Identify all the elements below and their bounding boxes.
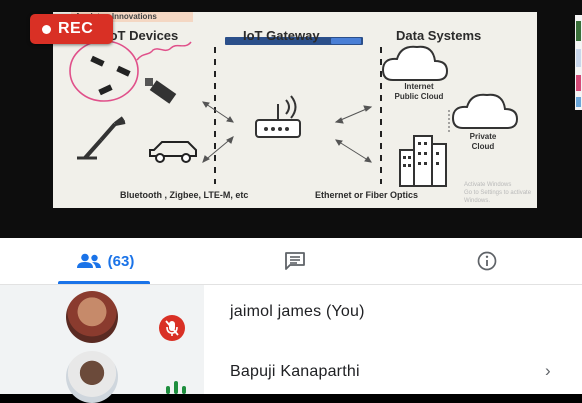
protocols-footer-text: Bluetooth , Zigbee, LTE-M, etc (120, 190, 249, 200)
activate-windows-watermark: Activate Windows Go to Settings to activ… (464, 182, 532, 204)
record-dot-icon (42, 25, 51, 34)
data-center-buildings-icon (399, 135, 447, 187)
backhaul-footer-text: Ethernet or Fiber Optics (315, 190, 419, 200)
connected-car-icon (149, 141, 197, 163)
side-thumbnail-strip (575, 15, 582, 110)
participant-count: (63) (107, 252, 135, 270)
heading-iot-gateway: IoT Gateway (243, 28, 320, 43)
tab-chat[interactable] (265, 238, 325, 284)
security-camera-icon (90, 55, 131, 96)
speaking-icon (166, 381, 186, 394)
tab-info[interactable] (457, 238, 517, 284)
info-icon (477, 251, 497, 271)
heading-data-systems: Data Systems (396, 28, 482, 43)
participant-row[interactable]: jaimol james (You) (0, 285, 582, 345)
participant-list: jaimol james (You) Bapuji Kanaparthi › (0, 285, 582, 403)
public-cloud-label: Internet Public Cloud (394, 82, 444, 101)
avatar (66, 291, 118, 343)
chevron-right-icon[interactable]: › (545, 361, 551, 381)
participant-row[interactable]: Bapuji Kanaparthi › (0, 345, 582, 403)
connection-arrows-right (334, 105, 373, 163)
active-tab-indicator (58, 281, 150, 284)
recording-indicator: REC (30, 14, 113, 44)
shared-screen-view: Appleton Innovations IoT Devices IoT Gat… (0, 0, 582, 238)
tab-people[interactable]: (63) (40, 238, 170, 284)
participant-name: jaimol james (You) (230, 303, 365, 320)
chat-icon (285, 252, 305, 270)
public-cloud-icon (381, 45, 449, 81)
people-icon (76, 253, 101, 268)
recording-label: REC (58, 20, 94, 37)
iot-gateway-router-icon (255, 95, 301, 138)
presentation-slide: Appleton Innovations IoT Devices IoT Gat… (53, 12, 537, 208)
robot-arm-icon (77, 116, 126, 160)
private-cloud-icon (451, 93, 519, 129)
mic-off-icon (159, 315, 185, 341)
heading-iot-devices: IoT Devices (106, 28, 179, 43)
participant-name: Bapuji Kanaparthi (230, 363, 360, 380)
avatar (66, 351, 118, 403)
handwritten-ethernet-annotation (136, 41, 192, 61)
meeting-tab-bar: (63) (0, 238, 582, 285)
private-cloud-label: Private Cloud (469, 132, 497, 151)
sensor-device-icon (145, 78, 177, 104)
connection-arrows-left (202, 101, 234, 163)
